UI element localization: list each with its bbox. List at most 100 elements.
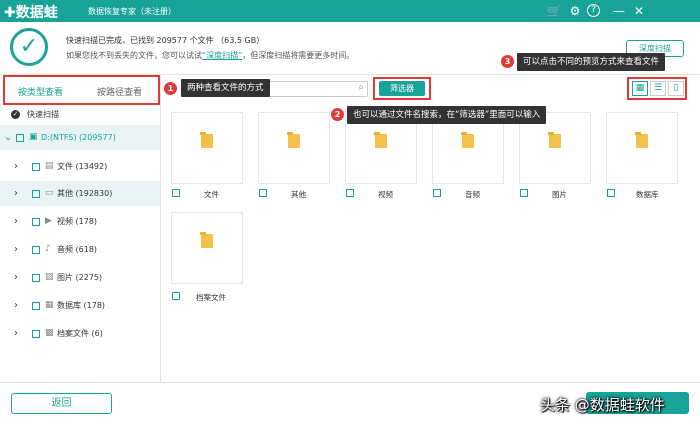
detail-view-icon[interactable]: ▯ (668, 81, 684, 96)
tooltip-view-modes: 两种查看文件的方式 (181, 79, 270, 97)
document-icon: ▤ (45, 161, 54, 171)
tab-by-type[interactable]: 按类型查看 (18, 85, 63, 98)
tile-checkbox[interactable] (607, 189, 615, 197)
archive-icon: ▩ (45, 328, 54, 338)
chevron-right-icon[interactable]: › (14, 209, 18, 234)
chevron-right-icon[interactable]: › (14, 154, 18, 179)
app-subtitle: 数据恢复专家（未注册） (88, 7, 176, 16)
tile-label: 视频 (378, 190, 393, 199)
check-circle-icon: ✓ (11, 110, 20, 119)
tree-item-label: 音频 (618) (57, 245, 98, 254)
checkbox[interactable] (32, 274, 40, 282)
filter-button[interactable]: 筛选器 (379, 81, 425, 96)
search-icon[interactable]: ⌕ (358, 82, 364, 93)
quick-scan-label: 快速扫描 (27, 110, 59, 119)
watermark: 头条 @数据蛙软件 (540, 396, 665, 414)
folder-icon (374, 132, 387, 148)
back-button[interactable]: 返回 (11, 393, 112, 414)
callout-badge-1: 1 (164, 82, 177, 95)
close-icon[interactable]: ✕ (630, 2, 648, 20)
tile-checkbox[interactable] (172, 292, 180, 300)
tree-item-video[interactable]: › ▶ 视频 (178) (0, 209, 160, 234)
scan-result-text: 快速扫描已完成，已找到 209577 个文件 （63.5 GB） (66, 36, 265, 45)
tile-checkbox[interactable] (172, 189, 180, 197)
database-icon: ▦ (45, 300, 54, 310)
quick-scan-row[interactable]: ✓ 快速扫描 (0, 105, 160, 125)
title-bar: ✚数据蛙 数据恢复专家（未注册） 🛒 ⚙ ? — ✕ (0, 0, 700, 22)
scan-complete-icon: ✓ (10, 28, 48, 66)
tree-item-label: D:(NTFS) (209577) (41, 133, 116, 142)
tree-item-label: 图片 (2275) (57, 273, 103, 282)
checkbox[interactable] (32, 302, 40, 310)
file-tile[interactable] (258, 112, 330, 184)
checkbox[interactable] (16, 134, 24, 142)
chevron-right-icon[interactable]: › (14, 181, 18, 206)
chevron-right-icon[interactable]: › (14, 237, 18, 262)
tree-item-drive[interactable]: ⌄ ▣ D:(NTFS) (209577) (0, 125, 160, 150)
tree-item-other[interactable]: › ▭ 其他 (192830) (0, 181, 160, 206)
folder-icon (200, 132, 213, 148)
checkbox[interactable] (32, 218, 40, 226)
tree-item-label: 文件 (13492) (57, 162, 108, 171)
app-logo: ✚数据蛙 (4, 5, 58, 21)
tooltip-search-filter: 也可以通过文件名搜索，在“筛选器”里面可以输入 (347, 106, 547, 124)
deep-scan-link[interactable]: “深度扫描” (202, 51, 242, 60)
tree-item-label: 档案文件 (6) (57, 329, 103, 338)
tile-label: 数据库 (636, 190, 659, 199)
folder-icon (635, 132, 648, 148)
tree-item-label: 视频 (178) (57, 217, 98, 226)
tile-checkbox[interactable] (346, 189, 354, 197)
minimize-icon[interactable]: — (610, 2, 628, 20)
folder-icon (461, 132, 474, 148)
folder-icon (548, 132, 561, 148)
audio-icon: ♪ (45, 244, 51, 254)
checkbox[interactable] (32, 163, 40, 171)
tree-item-label: 其他 (192830) (57, 189, 113, 198)
file-tile[interactable] (606, 112, 678, 184)
deep-scan-hint-pre: 如果您找不到丢失的文件，您可以试试 (66, 51, 202, 60)
chevron-right-icon[interactable]: › (14, 265, 18, 290)
grid-view-icon[interactable]: ▦ (632, 81, 648, 96)
tree-item-label: 数据库 (178) (57, 301, 106, 310)
help-icon[interactable]: ? (587, 4, 600, 17)
tree-item-archive[interactable]: › ▩ 档案文件 (6) (0, 321, 160, 346)
chevron-right-icon[interactable]: › (14, 321, 18, 346)
callout-badge-3: 3 (501, 55, 514, 68)
folder-icon: ▭ (45, 188, 54, 198)
tile-checkbox[interactable] (433, 189, 441, 197)
tile-label: 音频 (465, 190, 480, 199)
deep-scan-hint-post: ，但深度扫描将需要更多时间。 (242, 51, 355, 60)
deep-scan-hint: 如果您找不到丢失的文件，您可以试试“深度扫描”，但深度扫描将需要更多时间。 (66, 50, 354, 61)
sidebar: 按类型查看 按路径查看 ✓ 快速扫描 ⌄ ▣ D:(NTFS) (209577)… (0, 75, 161, 382)
tile-label: 其他 (291, 190, 306, 199)
tile-checkbox[interactable] (259, 189, 267, 197)
tile-label: 档案文件 (196, 293, 226, 302)
tile-label: 文件 (204, 190, 219, 199)
settings-icon[interactable]: ⚙ (566, 2, 584, 20)
video-icon: ▶ (45, 216, 52, 226)
tab-by-path[interactable]: 按路径查看 (97, 85, 142, 98)
checkbox[interactable] (32, 190, 40, 198)
checkbox[interactable] (32, 330, 40, 338)
view-tabs: 按类型查看 按路径查看 (3, 75, 160, 105)
list-view-icon[interactable]: ☰ (650, 81, 666, 96)
folder-icon (287, 132, 300, 148)
callout-badge-2: 2 (331, 108, 344, 121)
tile-label: 图片 (552, 190, 567, 199)
checkbox[interactable] (32, 246, 40, 254)
tree-item-audio[interactable]: › ♪ 音频 (618) (0, 237, 160, 262)
tree-item-database[interactable]: › ▦ 数据库 (178) (0, 293, 160, 318)
chevron-down-icon[interactable]: ⌄ (4, 125, 12, 150)
chevron-right-icon[interactable]: › (14, 293, 18, 318)
cart-icon[interactable]: 🛒 (545, 2, 563, 20)
tooltip-preview-modes: 可以点击不同的预览方式来查看文件 (517, 53, 666, 71)
file-tile[interactable] (171, 112, 243, 184)
folder-icon (200, 232, 213, 248)
tree-item-images[interactable]: › ▨ 图片 (2275) (0, 265, 160, 290)
drive-icon: ▣ (29, 132, 38, 142)
file-tile[interactable] (171, 212, 243, 284)
tree-item-documents[interactable]: › ▤ 文件 (13492) (0, 154, 160, 179)
image-icon: ▨ (45, 272, 54, 282)
tile-checkbox[interactable] (520, 189, 528, 197)
app-window: ✚数据蛙 数据恢复专家（未注册） 🛒 ⚙ ? — ✕ ✓ 快速扫描已完成，已找到… (0, 0, 700, 427)
